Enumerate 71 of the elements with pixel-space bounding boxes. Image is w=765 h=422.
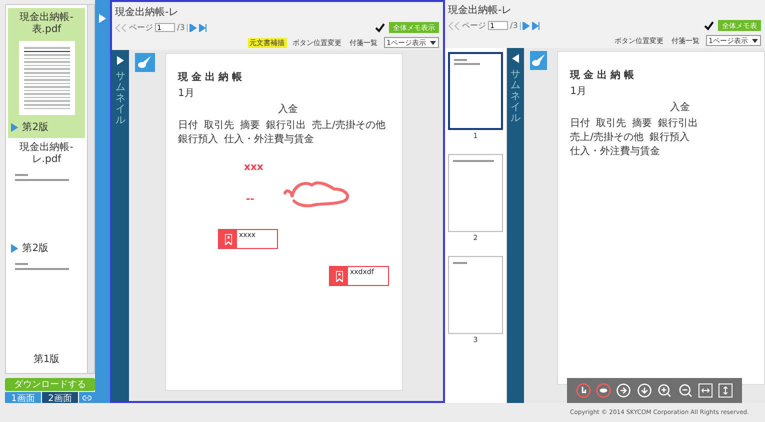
- thumbnail-tab[interactable]: サムネイル: [507, 48, 524, 403]
- first-page-icon[interactable]: [115, 24, 127, 32]
- column-header: 日付: [570, 117, 590, 130]
- file-name: 現金出納帳-レ.pdf: [18, 142, 74, 166]
- eye-icon[interactable]: [595, 382, 612, 399]
- version-label[interactable]: 第2版: [22, 120, 49, 134]
- caret-icon: [430, 40, 436, 44]
- page-total: /3: [177, 23, 185, 32]
- column-header: 売上/売掛その他: [570, 130, 644, 144]
- page-label: ページ: [462, 20, 486, 31]
- annotation-text: xxx: [244, 162, 264, 173]
- fit-width-icon[interactable]: [696, 382, 714, 399]
- expand-icon: [117, 56, 124, 65]
- arrow-right-icon[interactable]: [615, 382, 632, 399]
- memo-checkbox[interactable]: [375, 22, 385, 32]
- column-header: 売上/売掛その他: [312, 118, 386, 132]
- zoom-in-icon[interactable]: [656, 382, 674, 399]
- pen-tool-button[interactable]: [530, 51, 548, 70]
- column-header: 銀行引出: [658, 116, 698, 130]
- last-page-icon[interactable]: [532, 22, 540, 30]
- page-thumbnail[interactable]: [448, 52, 503, 130]
- page-total: /3: [510, 21, 518, 30]
- ledger-title: 現 金 出 納 帳: [178, 70, 243, 84]
- annotation-text: --: [246, 194, 254, 205]
- month-label: 1月: [178, 87, 196, 100]
- version-label[interactable]: 第1版: [33, 352, 60, 366]
- fit-height-icon[interactable]: [717, 382, 734, 399]
- file-card[interactable]: 現金出納帳-レ.pdf 第2版 第1版: [8, 138, 85, 370]
- version-label[interactable]: 第2版: [22, 241, 49, 255]
- ledger-title: 現 金 出 納 帳: [570, 68, 635, 82]
- arrow-down-icon[interactable]: [636, 382, 653, 399]
- scrollbar[interactable]: [87, 5, 94, 373]
- page-label: ページ: [129, 22, 153, 33]
- pen-tool-button[interactable]: [135, 53, 155, 72]
- column-group-label: 入金: [277, 102, 299, 116]
- first-page-icon[interactable]: [448, 22, 460, 30]
- bookmark-icon: [224, 234, 232, 244]
- next-page-icon[interactable]: [186, 24, 197, 32]
- memo-checkbox[interactable]: [704, 20, 714, 30]
- thumbnail-tab-label: サムネイル: [510, 69, 520, 124]
- column-header: 取引先: [596, 116, 626, 130]
- thumbnail-tab[interactable]: サムネイル: [112, 50, 129, 401]
- expand-icon: [98, 14, 106, 23]
- month-label: 1月: [570, 85, 588, 98]
- zoom-out-icon[interactable]: [676, 382, 694, 399]
- file-name: 現金出納帳-表.pdf: [18, 12, 74, 36]
- thumbnail-tab-label: サムネイル: [116, 71, 126, 126]
- collapse-icon: [512, 54, 519, 63]
- column-header: 取引先: [204, 118, 234, 132]
- scribble-drawing: [282, 179, 352, 209]
- link-icon: [82, 392, 92, 402]
- column-header: 銀行預入: [649, 130, 690, 144]
- page-thumbnail[interactable]: [448, 256, 503, 334]
- document-title: 現金出納帳-レ: [115, 6, 180, 19]
- screen-tab[interactable]: 2画面: [42, 392, 79, 403]
- caret-icon: [752, 38, 758, 42]
- column-header: 銀行引出: [266, 118, 306, 132]
- last-page-icon[interactable]: [198, 24, 207, 32]
- column-header: 日付: [178, 119, 198, 132]
- column-group-label: 入金: [669, 100, 692, 114]
- file-card[interactable]: 現金出納帳-表.pdf 第2版: [8, 8, 85, 138]
- column-header: 摘要: [632, 116, 652, 130]
- column-header: 摘要: [240, 118, 260, 132]
- column-header: 仕入・外注費与賃金: [570, 144, 660, 158]
- next-page-icon[interactable]: [520, 22, 530, 30]
- page-thumbnail[interactable]: [448, 154, 503, 232]
- link-button[interactable]: [79, 392, 95, 403]
- document-title: 現金出納帳-レ: [448, 4, 513, 17]
- column-header: 銀行預入: [178, 132, 218, 146]
- bookmark-icon: [336, 270, 342, 282]
- column-header: 仕入・外注費与賃金: [224, 132, 314, 146]
